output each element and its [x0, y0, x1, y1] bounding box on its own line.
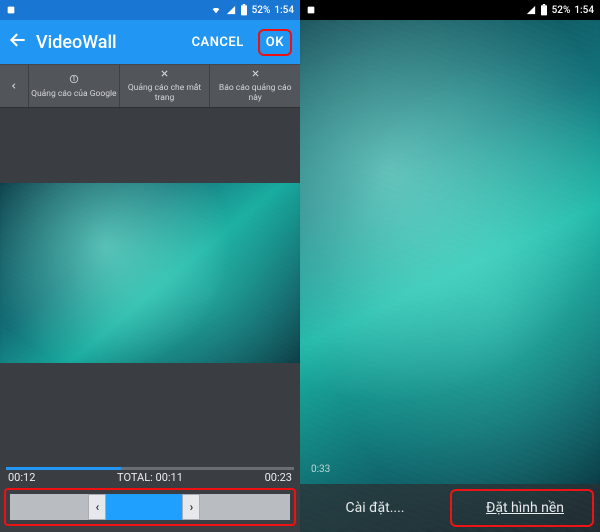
- ad-option-google[interactable]: Quảng cáo của Google: [28, 65, 119, 107]
- ad-option-label: Quảng cáo che mắt trang: [122, 83, 208, 103]
- video-preview[interactable]: [0, 183, 300, 363]
- timecodes: 00:12 TOTAL: 00:11 00:23: [0, 471, 300, 488]
- clock: 1:54: [574, 5, 594, 16]
- set-wallpaper-label: Đặt hình nền: [486, 500, 564, 516]
- trim-window[interactable]: ‹ ›: [88, 494, 200, 520]
- settings-button[interactable]: Cài đặt....: [300, 490, 450, 526]
- notification-icon: [306, 5, 316, 15]
- chevron-right-icon: ›: [190, 500, 194, 514]
- info-icon: [69, 74, 79, 87]
- ad-option-label: Báo cáo quảng cáo này: [212, 83, 298, 103]
- back-icon[interactable]: [8, 30, 28, 54]
- wallpaper-actions: Cài đặt.... Đặt hình nền: [300, 484, 600, 532]
- notification-icon: [6, 5, 16, 15]
- playhead-track[interactable]: [6, 467, 294, 470]
- preview-timestamp: 0:33: [308, 463, 333, 476]
- signal-icon: [526, 5, 536, 15]
- phone-editor: 52% 1:54 VideoWall CANCEL OK Quảng cáo c…: [0, 0, 300, 532]
- time-end: 00:23: [265, 471, 292, 484]
- trim-handle-left[interactable]: ‹: [88, 494, 106, 520]
- time-total-value: 00:11: [156, 471, 183, 484]
- trim-row: ‹ ›: [4, 488, 296, 526]
- chevron-left-icon: ‹: [96, 500, 100, 514]
- app-bar: VideoWall CANCEL OK: [0, 20, 300, 64]
- close-icon: [160, 69, 169, 81]
- close-icon: [251, 69, 260, 81]
- ad-option-label: Quảng cáo của Google: [31, 89, 116, 99]
- ok-button[interactable]: OK: [258, 29, 292, 56]
- trim-handle-right[interactable]: ›: [182, 494, 200, 520]
- ad-prev-button[interactable]: [0, 65, 28, 107]
- battery-percent: 52%: [252, 5, 271, 16]
- set-wallpaper-button[interactable]: Đặt hình nền: [450, 490, 600, 526]
- status-bar: 52% 1:54: [300, 0, 600, 20]
- status-bar: 52% 1:54: [0, 0, 300, 20]
- battery-icon: [540, 4, 548, 16]
- time-total-label: TOTAL:: [117, 471, 153, 484]
- timeline-area: 00:12 TOTAL: 00:11 00:23 ‹ ›: [0, 467, 300, 532]
- ad-option-report[interactable]: Báo cáo quảng cáo này: [209, 65, 300, 107]
- battery-icon: [240, 4, 248, 16]
- wifi-icon: [210, 5, 222, 15]
- cancel-button[interactable]: CANCEL: [186, 31, 250, 54]
- trim-track[interactable]: ‹ ›: [10, 494, 290, 520]
- phone-wallpaper-preview: 52% 1:54 0:33 Cài đặt.... Đặt hình nền: [300, 0, 600, 532]
- ad-strip: Quảng cáo của Google Quảng cáo che mắt t…: [0, 64, 300, 108]
- time-start: 00:12: [8, 471, 35, 484]
- highlight-box: [450, 489, 594, 527]
- clock: 1:54: [274, 5, 294, 16]
- settings-button-label: Cài đặt....: [346, 500, 405, 516]
- app-title: VideoWall: [36, 32, 178, 53]
- playhead-progress: [6, 467, 121, 470]
- wallpaper-preview[interactable]: 0:33 Cài đặt.... Đặt hình nền: [300, 20, 600, 532]
- battery-percent: 52%: [552, 5, 571, 16]
- ad-option-cover[interactable]: Quảng cáo che mắt trang: [119, 65, 210, 107]
- signal-icon: [226, 5, 236, 15]
- spacer: [0, 108, 300, 183]
